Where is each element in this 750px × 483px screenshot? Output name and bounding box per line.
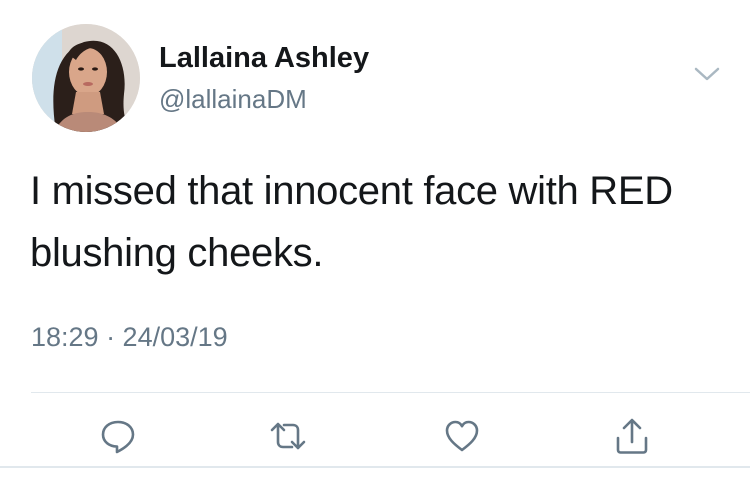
like-icon: [445, 420, 479, 452]
share-button[interactable]: [612, 416, 652, 456]
share-icon: [616, 418, 648, 454]
retweet-button[interactable]: [268, 416, 308, 456]
bottom-border: [0, 466, 750, 468]
tweet-timestamp[interactable]: 18:29 · 24/03/19: [31, 322, 228, 353]
like-button[interactable]: [442, 416, 482, 456]
profile-photo-icon: [32, 24, 140, 132]
tweet-text: I missed that innocent face with RED blu…: [30, 169, 673, 275]
reply-button[interactable]: [98, 416, 138, 456]
chevron-down-icon[interactable]: [690, 62, 724, 86]
avatar[interactable]: [32, 24, 140, 132]
divider: [31, 392, 750, 393]
reply-icon: [101, 420, 135, 454]
display-name[interactable]: Lallaina Ashley: [159, 42, 369, 75]
user-handle[interactable]: @lallainaDM: [159, 84, 307, 115]
retweet-icon: [270, 422, 306, 450]
